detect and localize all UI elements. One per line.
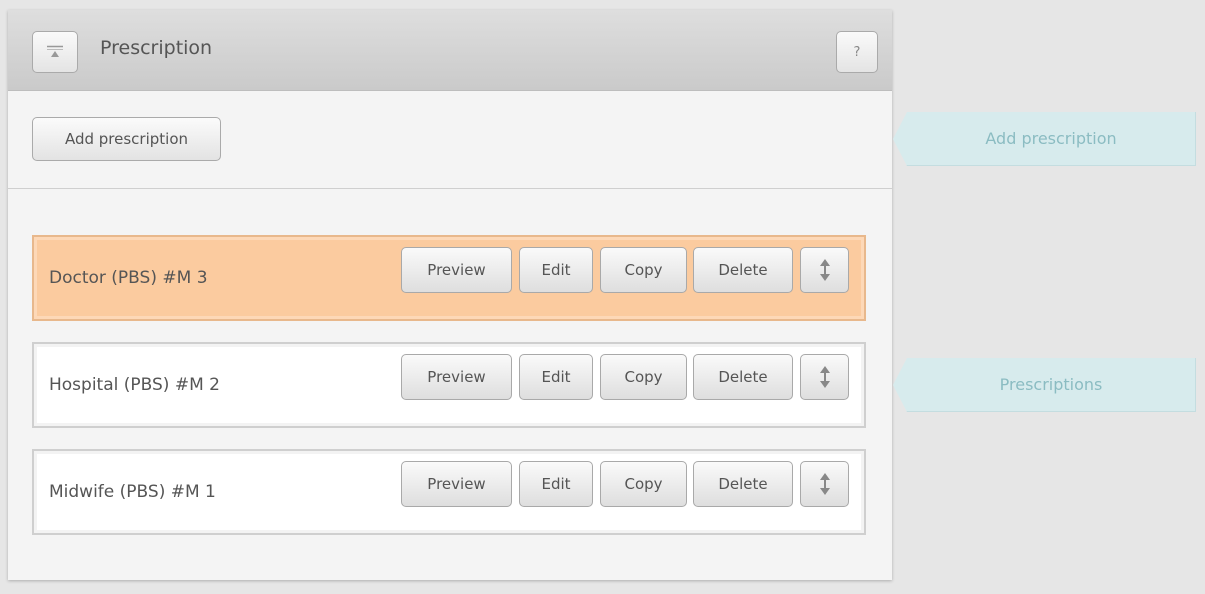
panel-header: Prescription ? bbox=[8, 10, 892, 91]
sort-updown-icon bbox=[819, 473, 830, 495]
preview-button[interactable]: Preview bbox=[401, 247, 512, 293]
prescription-row[interactable]: Doctor (PBS) #M 3 Preview Edit Copy Dele… bbox=[32, 235, 866, 321]
prescription-row[interactable]: Midwife (PBS) #M 1 Preview Edit Copy Del… bbox=[32, 449, 866, 535]
reorder-button[interactable] bbox=[800, 461, 849, 507]
delete-button[interactable]: Delete bbox=[693, 461, 793, 507]
copy-button[interactable]: Copy bbox=[600, 461, 687, 507]
prescription-label: Midwife (PBS) #M 1 bbox=[49, 482, 216, 502]
prescription-panel: Prescription ? Add prescription Doctor (… bbox=[8, 10, 892, 580]
reorder-button[interactable] bbox=[800, 354, 849, 400]
sort-updown-icon bbox=[819, 259, 830, 281]
help-button[interactable]: ? bbox=[836, 31, 878, 73]
divider bbox=[8, 188, 892, 189]
callout-prescriptions: Prescriptions bbox=[893, 358, 1196, 412]
add-prescription-button[interactable]: Add prescription bbox=[32, 117, 221, 161]
delete-button[interactable]: Delete bbox=[693, 354, 793, 400]
prescription-row[interactable]: Hospital (PBS) #M 2 Preview Edit Copy De… bbox=[32, 342, 866, 428]
collapse-up-icon bbox=[47, 45, 63, 57]
preview-button[interactable]: Preview bbox=[401, 354, 512, 400]
collapse-button[interactable] bbox=[32, 31, 78, 73]
prescription-label: Hospital (PBS) #M 2 bbox=[49, 375, 220, 395]
callout-add-prescription: Add prescription bbox=[893, 112, 1196, 166]
panel-title: Prescription bbox=[100, 37, 213, 59]
copy-button[interactable]: Copy bbox=[600, 247, 687, 293]
prescription-label: Doctor (PBS) #M 3 bbox=[49, 268, 208, 288]
preview-button[interactable]: Preview bbox=[401, 461, 512, 507]
edit-button[interactable]: Edit bbox=[519, 461, 593, 507]
reorder-button[interactable] bbox=[800, 247, 849, 293]
delete-button[interactable]: Delete bbox=[693, 247, 793, 293]
copy-button[interactable]: Copy bbox=[600, 354, 687, 400]
sort-updown-icon bbox=[819, 366, 830, 388]
edit-button[interactable]: Edit bbox=[519, 247, 593, 293]
edit-button[interactable]: Edit bbox=[519, 354, 593, 400]
